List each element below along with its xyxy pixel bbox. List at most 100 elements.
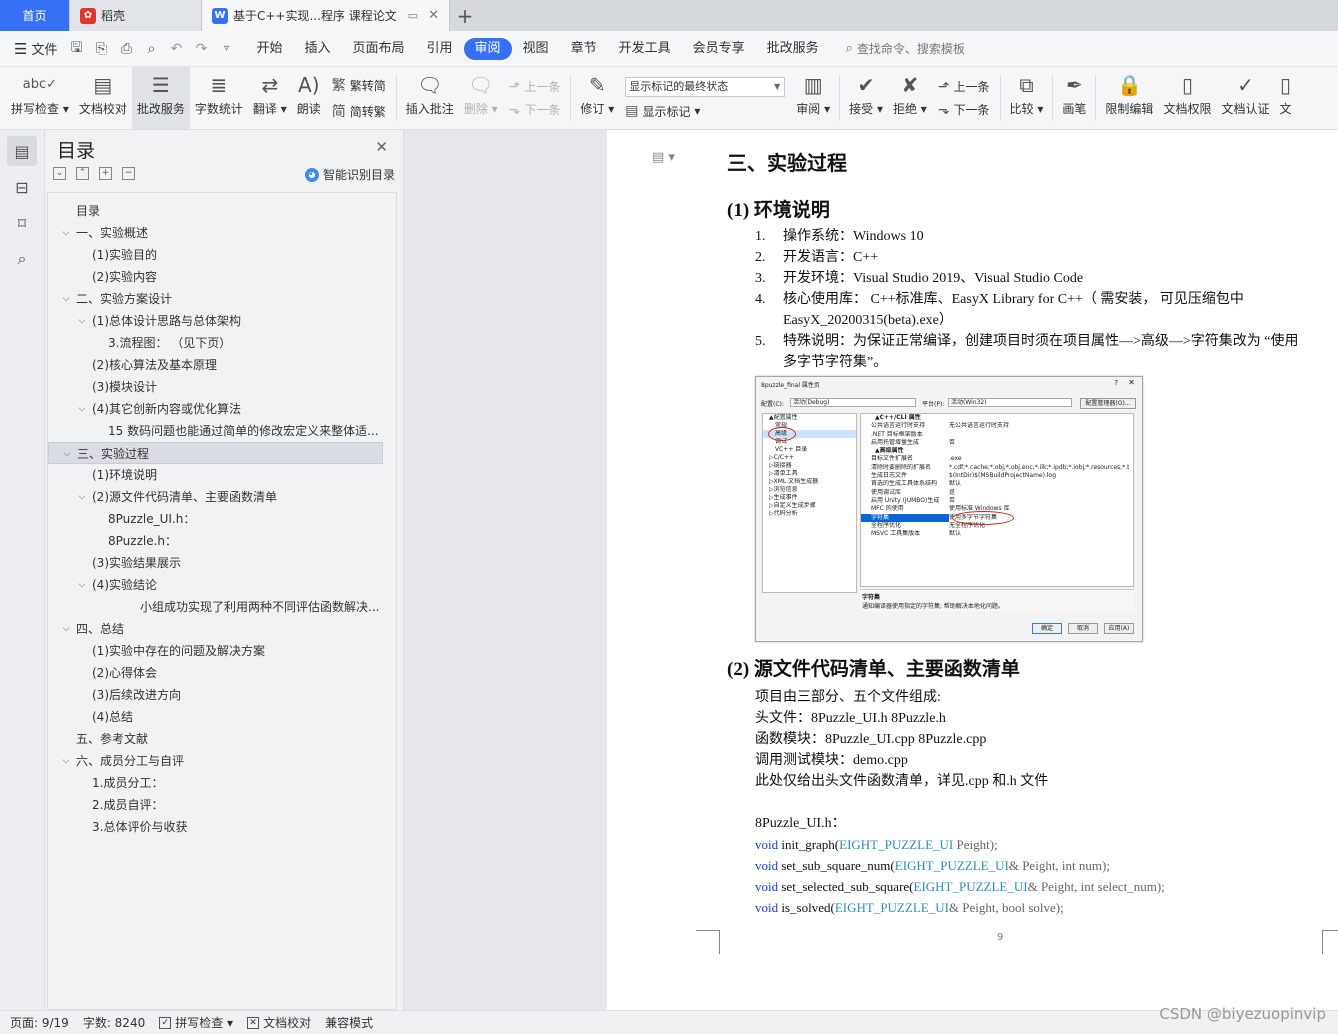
toc-item[interactable]: 2.成员自评： (48, 794, 383, 816)
menu-tab[interactable]: 批改服务 (756, 38, 830, 60)
tab-daoke[interactable]: ✿ 稻壳 (70, 0, 202, 31)
file-menu-button[interactable]: ☰ 文件 (0, 39, 67, 59)
compare-button[interactable]: ⧉ 比较 ▾ (1005, 67, 1049, 129)
toc-item[interactable]: 五、参考文献 (48, 728, 383, 750)
show-markup-button[interactable]: ▤ 显示标记 ▾ (625, 103, 785, 120)
review-pane-button[interactable]: ▥ 审阅 ▾ (791, 67, 835, 129)
toc-item[interactable]: (1)实验目的 (48, 244, 383, 266)
page-tool-icon[interactable]: ▤ ▾ (652, 150, 675, 165)
toc-item[interactable]: (2)实验内容 (48, 266, 383, 288)
chevron-down-icon[interactable]: ⌵ (76, 486, 88, 508)
next-change-button[interactable]: ⬎ 下一条 (938, 101, 990, 118)
spell-check-button[interactable]: abc✓ 拼写检查 ▾ (6, 67, 74, 129)
toc-item[interactable]: 3.总体评价与收获 (48, 816, 383, 838)
bookmark-icon[interactable]: ⌑ (7, 208, 37, 238)
menu-tab[interactable]: 页面布局 (342, 38, 416, 60)
toc-item[interactable]: 15 数码问题也能通过简单的修改宏定义来整体适... (48, 420, 383, 442)
status-doc-check[interactable]: ✕ 文档校对 (247, 1014, 311, 1031)
toc-item[interactable]: ⌵ (1)总体设计思路与总体架构 (48, 310, 383, 332)
redo-icon[interactable]: ↷ (192, 41, 210, 57)
page-indicator[interactable]: 页面: 9/19 (10, 1014, 69, 1031)
smart-toc-button[interactable]: ◕ 智能识别目录 (304, 166, 395, 183)
toc-nav-icon[interactable]: ▤ (7, 136, 37, 166)
menu-tab[interactable]: 视图 (512, 38, 560, 60)
toc-item[interactable]: ⌵ 一、实验概述 (48, 222, 383, 244)
word-count-button[interactable]: ≣ 字数统计 (190, 67, 248, 129)
toc-item[interactable]: ⌵ (4)实验结论 (48, 574, 383, 596)
collapse-all-icon[interactable]: ⌄ (53, 167, 66, 180)
toc-item[interactable]: 8Puzzle_UI.h： (48, 508, 383, 530)
toc-item[interactable]: 目录 (48, 200, 383, 222)
chevron-down-icon[interactable]: ⌵ (60, 222, 72, 244)
toc-item[interactable]: (3)后续改进方向 (48, 684, 383, 706)
more-ribbon-button[interactable]: ▯ 文 (1274, 67, 1296, 129)
add-level-icon[interactable]: + (99, 167, 112, 180)
prev-comment-button[interactable]: ⬏ 上一条 (509, 78, 561, 95)
menu-tab[interactable]: 章节 (560, 38, 608, 60)
toc-item[interactable]: ⌵ 二、实验方案设计 (48, 288, 383, 310)
restrict-editing-button[interactable]: 🔒 限制编辑 (1100, 67, 1158, 129)
chevron-down-icon[interactable]: ⌵ (76, 398, 88, 420)
menu-tab[interactable]: 开始 (245, 38, 293, 60)
menu-tab[interactable]: 会员专享 (682, 38, 756, 60)
prev-change-button[interactable]: ⬏ 上一条 (938, 78, 990, 95)
toc-item[interactable]: 小组成功实现了利用两种不同评估函数解决... (48, 596, 383, 618)
tab-document[interactable]: W 基于C++实现...程序 课程论文 ▭ ✕ (202, 0, 450, 31)
toc-item[interactable]: (1)实验中存在的问题及解决方案 (48, 640, 383, 662)
delete-comment-button[interactable]: 🗨 删除 ▾ (459, 67, 503, 129)
tab-home[interactable]: 首页 (0, 0, 70, 31)
trad-to-simp-button[interactable]: 繁繁转简 (332, 75, 386, 95)
toc-item[interactable]: 3.流程图： （见下页） (48, 332, 383, 354)
export-icon[interactable]: ⎘ (92, 41, 110, 57)
toc-item[interactable]: ⌵ 六、成员分工与自评 (48, 750, 383, 772)
toc-item[interactable]: (3)实验结果展示 (48, 552, 383, 574)
toc-item[interactable]: (3)模块设计 (48, 376, 383, 398)
menu-tab[interactable]: 插入 (293, 38, 341, 60)
customize-icon[interactable]: ▿ (217, 43, 235, 54)
pen-button[interactable]: ✒ 画笔 (1057, 67, 1091, 129)
monitor-icon[interactable]: ▭ (408, 9, 418, 22)
close-tab-icon[interactable]: ✕ (428, 8, 439, 23)
chevron-down-icon[interactable]: ⌵ (60, 288, 72, 310)
accept-button[interactable]: ✔ 接受 ▾ (844, 67, 888, 129)
chevron-down-icon[interactable]: ⌵ (76, 574, 88, 596)
chevron-down-icon[interactable]: ⌵ (60, 618, 72, 640)
menu-tab[interactable]: 引用 (416, 38, 464, 60)
toc-item[interactable]: (4)总结 (48, 706, 383, 728)
insert-comment-button[interactable]: 🗨 插入批注 (401, 67, 459, 129)
reject-button[interactable]: ✘ 拒绝 ▾ (888, 67, 932, 129)
doc-proofread-button[interactable]: ▤ 文档校对 (74, 67, 132, 129)
print-icon[interactable]: ⎙ (117, 41, 135, 57)
new-tab-button[interactable]: + (450, 0, 480, 31)
toc-item[interactable]: ⌵ (4)其它创新内容或优化算法 (48, 398, 383, 420)
next-comment-button[interactable]: ⬎ 下一条 (509, 101, 561, 118)
track-changes-button[interactable]: ✎ 修订 ▾ (575, 67, 619, 129)
save-icon[interactable]: 🖫 (67, 37, 85, 61)
correction-service-button[interactable]: ☰ 批改服务 (131, 67, 190, 129)
read-aloud-button[interactable]: A) 朗读 (292, 67, 326, 129)
toc-item[interactable]: 8Puzzle.h： (48, 530, 383, 552)
close-icon[interactable]: ✕ (375, 138, 388, 156)
toc-item[interactable]: (1)环境说明 (48, 464, 383, 486)
search-icon[interactable]: ⌕ (7, 244, 37, 274)
chevron-down-icon[interactable]: ⌵ (61, 443, 73, 463)
doc-rights-button[interactable]: ▯ 文档权限 (1158, 67, 1216, 129)
expand-up-icon[interactable]: ⌃ (76, 167, 89, 180)
status-spell-check[interactable]: ✓ 拼写检查 ▾ (159, 1014, 233, 1031)
toc-item[interactable]: (2)核心算法及基本原理 (48, 354, 383, 376)
toc-item[interactable]: ⌵ 四、总结 (48, 618, 383, 640)
chevron-down-icon[interactable]: ⌵ (60, 750, 72, 772)
toc-item[interactable]: ⌵ (2)源文件代码清单、主要函数清单 (48, 486, 383, 508)
undo-icon[interactable]: ↶ (167, 41, 185, 57)
menu-tab[interactable]: 审阅 (463, 37, 512, 60)
chevron-down-icon[interactable]: ⌵ (76, 310, 88, 332)
markup-state-select[interactable]: 显示标记的最终状态 ▼ (625, 76, 786, 97)
toc-item[interactable]: ⌵ 三、实验过程 (48, 442, 383, 464)
chapter-nav-icon[interactable]: ⊟ (7, 172, 37, 202)
menu-tab[interactable]: 开发工具 (608, 38, 682, 60)
print-preview-icon[interactable]: ⌕ (142, 41, 160, 57)
toc-item[interactable]: 1.成员分工： (48, 772, 383, 794)
word-count-indicator[interactable]: 字数: 8240 (83, 1014, 145, 1031)
remove-level-icon[interactable]: − (122, 167, 135, 180)
document-page[interactable]: ▤ ▾ 三、实验过程 (1) 环境说明 1. 操作系统：Windows 10 2.… (607, 130, 1338, 1010)
